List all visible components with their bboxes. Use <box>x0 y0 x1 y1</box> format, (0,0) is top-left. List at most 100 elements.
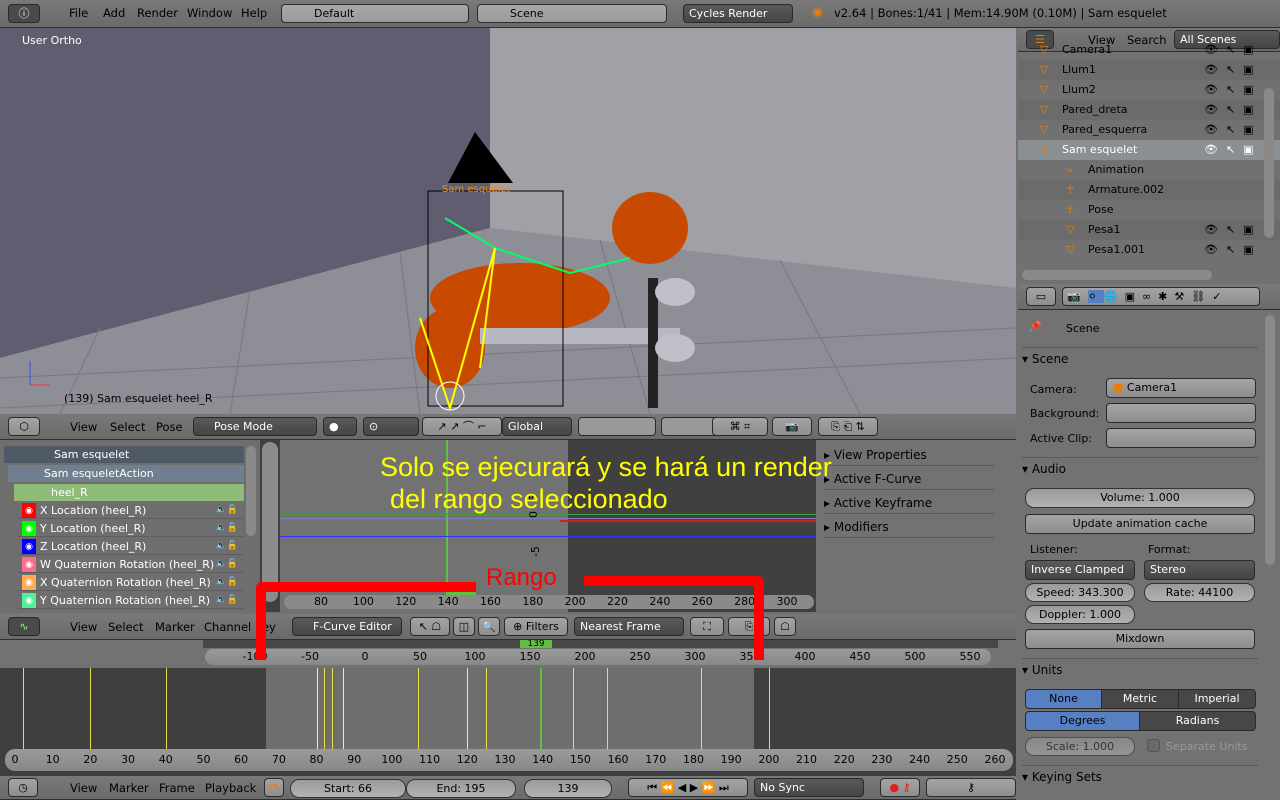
mute-lock-icons[interactable]: 🔈🔓 <box>216 538 238 555</box>
filters-button[interactable]: ⊕ Filters <box>504 617 568 636</box>
render-buttons[interactable]: 📷 <box>772 417 812 436</box>
menu-file[interactable]: File <box>69 0 88 26</box>
outliner-item[interactable]: ▽ Camera1 👁↖▣ <box>1018 40 1280 60</box>
channel-group[interactable]: heel_R <box>14 484 244 501</box>
format-select[interactable]: Stereo <box>1144 560 1255 580</box>
unit-none-button[interactable]: None <box>1025 689 1102 709</box>
visibility-select-render-icons[interactable]: 👁↖▣ <box>1204 40 1262 60</box>
editor-type-info-button[interactable]: ⓘ <box>8 4 40 23</box>
rotation-degrees-button[interactable]: Degrees <box>1025 711 1140 731</box>
menu-window[interactable]: Window <box>187 0 232 26</box>
mixdown-button[interactable]: Mixdown <box>1025 629 1255 649</box>
3d-viewport[interactable]: User Ortho Sam esquelet (139) Sam esquel… <box>0 28 1016 414</box>
menu-view[interactable]: View <box>70 414 97 440</box>
menu-pose[interactable]: Pose <box>156 414 183 440</box>
editor-type-timeline-button[interactable]: ◷ <box>8 778 38 797</box>
background-field[interactable] <box>1106 403 1256 423</box>
layout-selector[interactable]: Default <box>281 4 469 23</box>
outliner-item[interactable]: ⤷ Animation <box>1018 160 1280 180</box>
end-frame-field[interactable]: End: 195 <box>406 779 516 798</box>
mute-lock-icons[interactable]: 🔈🔓 <box>216 592 238 609</box>
outliner-item[interactable]: ☥ Sam esquelet 👁↖▣ <box>1018 140 1280 160</box>
playback-controls[interactable]: ⏮ ⏪ ◀ ▶ ⏩ ⏭ <box>628 778 748 797</box>
outliner-item[interactable]: ▽ Pared_esquerra 👁↖▣ <box>1018 120 1280 140</box>
channel-color-swatch[interactable]: ◉ <box>22 503 36 518</box>
channel-curve[interactable]: ◉ Y Quaternion Rotation (heel_R) 🔈🔓 <box>18 592 244 609</box>
snap-toggle[interactable]: ⌘ ⌗ <box>712 417 768 436</box>
preview-range-toggle[interactable]: ◔ <box>264 778 284 797</box>
scene-selector[interactable]: Scene <box>477 4 667 23</box>
channel-object[interactable]: Sam esquelet <box>4 446 244 463</box>
editor-type-properties-button[interactable]: ▭ <box>1026 287 1056 306</box>
doppler-field[interactable]: Doppler: 1.000 <box>1025 605 1135 624</box>
current-frame-field[interactable]: 139 <box>524 779 612 798</box>
sidebar-panel-header[interactable]: ▸ Active Keyframe <box>824 492 994 514</box>
outliner-item[interactable]: ▽ Pesa1.001 👁↖▣ <box>1018 240 1280 260</box>
unit-metric-button[interactable]: Metric <box>1101 689 1179 709</box>
channel-color-swatch[interactable]: ◉ <box>22 575 36 590</box>
visibility-select-render-icons[interactable]: 👁↖▣ <box>1204 140 1262 160</box>
mode-select[interactable]: Pose Mode <box>193 417 317 436</box>
outliner-item[interactable]: ▽ Pared_dreta 👁↖▣ <box>1018 100 1280 120</box>
mute-lock-icons[interactable]: 🔈🔓 <box>216 502 238 519</box>
sync-select[interactable]: No Sync <box>754 778 864 797</box>
channel-curve[interactable]: ◉ X Quaternion Rotation (heel_R) 🔈🔓 <box>18 574 244 591</box>
listener-select[interactable]: Inverse Clamped <box>1025 560 1135 580</box>
keying-set-select[interactable]: ⚷ <box>926 778 1016 797</box>
keying-sets-panel-header[interactable]: ▾ Keying Sets <box>1022 765 1258 787</box>
speed-field[interactable]: Speed: 343.300 <box>1025 583 1135 602</box>
manipulator-toggle[interactable]: ↗ ↗ ⌒ ⌐ <box>422 417 502 436</box>
visibility-select-render-icons[interactable]: 👁↖▣ <box>1204 120 1262 140</box>
start-frame-field[interactable]: Start: 66 <box>290 779 406 798</box>
outliner-vscroll[interactable] <box>1264 88 1274 238</box>
unit-imperial-button[interactable]: Imperial <box>1178 689 1256 709</box>
menu-add[interactable]: Add <box>103 0 125 26</box>
editor-type-3d-button[interactable]: ⬡ <box>8 417 40 436</box>
menu-playback[interactable]: Playback <box>205 776 256 800</box>
visibility-select-render-icons[interactable]: 👁↖▣ <box>1204 100 1262 120</box>
shading-select[interactable]: ● <box>323 417 357 436</box>
units-panel-header[interactable]: ▾ Units <box>1022 658 1258 680</box>
properties-context-tabs[interactable]: 📷⚪🌐▣∞✱⚒⛓✓ <box>1062 287 1260 306</box>
render-engine-select[interactable]: Cycles Render <box>683 4 793 23</box>
channel-color-swatch[interactable]: ◉ <box>22 557 36 572</box>
active-clip-field[interactable] <box>1106 428 1256 448</box>
menu-select[interactable]: Select <box>110 414 145 440</box>
menu-render[interactable]: Render <box>137 0 178 26</box>
channel-curve[interactable]: ◉ W Quaternion Rotation (heel_R) 🔈🔓 <box>18 556 244 573</box>
channel-curve[interactable]: ◉ X Location (heel_R) 🔈🔓 <box>18 502 244 519</box>
scene-panel-header[interactable]: ▾ Scene <box>1022 347 1258 369</box>
channel-action[interactable]: Sam esqueletAction <box>8 465 244 482</box>
menu-help[interactable]: Help <box>241 0 267 26</box>
properties-scrollbar[interactable] <box>1265 315 1275 565</box>
unit-scale-field[interactable]: Scale: 1.000 <box>1025 737 1135 756</box>
audio-panel-header[interactable]: ▾ Audio <box>1022 457 1258 479</box>
channel-color-swatch[interactable]: ◉ <box>22 539 36 554</box>
visibility-select-render-icons[interactable]: 👁↖▣ <box>1204 240 1262 260</box>
outliner-item[interactable]: ▽ Pesa1 👁↖▣ <box>1018 220 1280 240</box>
camera-field[interactable]: ■ Camera1 <box>1106 378 1256 398</box>
visibility-select-render-icons[interactable]: 👁↖▣ <box>1204 60 1262 80</box>
rate-field[interactable]: Rate: 44100 <box>1144 583 1255 602</box>
sidebar-panel-header[interactable]: ▸ Modifiers <box>824 516 994 538</box>
rotation-radians-button[interactable]: Radians <box>1139 711 1256 731</box>
outliner-item[interactable]: ☥ Armature.002 <box>1018 180 1280 200</box>
menu-view[interactable]: View <box>70 614 97 640</box>
pivot-select[interactable]: ⊙ <box>363 417 419 436</box>
orientation-select[interactable]: Global <box>502 417 572 436</box>
auto-keyframe-button[interactable]: ● ⚷ <box>880 778 920 797</box>
vertical-ruler[interactable] <box>262 442 278 602</box>
channel-curve[interactable]: ◉ Y Location (heel_R) 🔈🔓 <box>18 520 244 537</box>
update-animation-cache-button[interactable]: Update animation cache <box>1025 514 1255 534</box>
menu-marker[interactable]: Marker <box>155 614 195 640</box>
volume-field[interactable]: Volume: 1.000 <box>1025 488 1255 508</box>
layers-grid-1[interactable] <box>578 417 656 436</box>
channel-color-swatch[interactable]: ◉ <box>22 593 36 608</box>
editor-type-graph-button[interactable]: ∿ <box>8 617 40 636</box>
separate-units-checkbox[interactable] <box>1147 739 1160 752</box>
outliner-hscroll[interactable] <box>1022 270 1212 280</box>
menu-select[interactable]: Select <box>108 614 143 640</box>
menu-frame[interactable]: Frame <box>159 776 195 800</box>
channel-color-swatch[interactable]: ◉ <box>22 521 36 536</box>
visibility-select-render-icons[interactable]: 👁↖▣ <box>1204 80 1262 100</box>
